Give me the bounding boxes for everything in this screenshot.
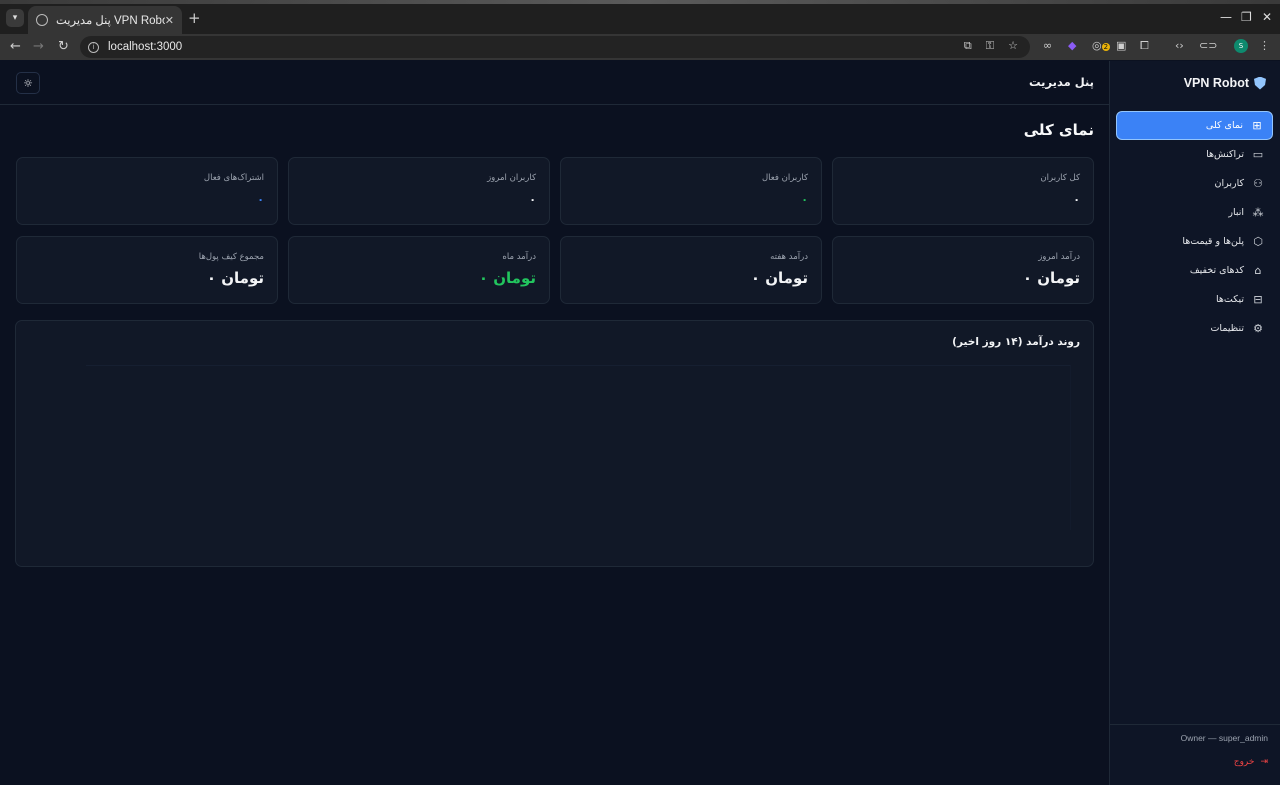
stat-value: ۰ xyxy=(1073,193,1080,206)
site-info-icon[interactable]: i xyxy=(88,41,99,53)
stat-value: ۰ xyxy=(257,193,264,206)
stat-label: کاربران فعال xyxy=(761,173,808,183)
sidebar-item-label: تیکت‌ها xyxy=(1216,294,1244,305)
page-title: نمای کلی xyxy=(1023,121,1094,139)
sidebar-item-label: تراکنش‌ها xyxy=(1206,149,1244,160)
stat-card-total-users: کل کاربران ۰ xyxy=(832,157,1094,225)
menu-dots-icon[interactable]: ⋮ xyxy=(1259,39,1270,52)
stat-label: درآمد ماه xyxy=(502,252,536,262)
stat-value: ۰ xyxy=(801,193,808,206)
extensions-puzzle-icon[interactable]: ⧠ xyxy=(1140,39,1149,53)
ticket-icon: ⊟ xyxy=(1253,293,1263,306)
window-close-button[interactable]: ✕ xyxy=(1262,10,1272,24)
package-icon: ⬡ xyxy=(1253,235,1263,248)
stat-card-active-subscriptions: اشتراک‌های فعال ۰ xyxy=(16,157,278,225)
browser-tab[interactable]: پنل مدیریت VPN Robot ✕ xyxy=(28,6,182,34)
stat-label: درآمد هفته xyxy=(770,252,808,262)
extension-glasses-icon[interactable]: ∞ xyxy=(1043,39,1052,52)
stat-value: ۰ تومان xyxy=(1022,269,1080,287)
sidebar-item-label: کاربران xyxy=(1214,178,1244,189)
sun-icon: ☼ xyxy=(23,76,33,90)
logout-button[interactable]: خروج ⇥ xyxy=(1234,757,1268,767)
sidebar-footer: Owner — super_admin خروج ⇥ xyxy=(1110,724,1280,785)
stat-card-today-revenue: درآمد امروز ۰ تومان xyxy=(832,236,1094,304)
app-root: ☼ پنل مدیریت نمای کلی کل کاربران ۰ کاربر… xyxy=(0,61,1280,785)
sidebar-item-label: نمای کلی xyxy=(1205,120,1243,131)
stat-value: ۰ xyxy=(529,193,536,206)
sidebar-item-label: انبار xyxy=(1228,207,1244,218)
forward-icon[interactable]: → xyxy=(33,39,44,54)
extension-purple-icon[interactable]: ◆ xyxy=(1068,39,1076,52)
logout-label: خروج xyxy=(1233,757,1255,767)
boxes-icon: ⁂ xyxy=(1252,206,1264,219)
stat-label: اشتراک‌های فعال xyxy=(203,173,264,183)
tag-icon: ⌂ xyxy=(1254,264,1262,277)
password-key-icon[interactable]: ⚿ xyxy=(986,39,994,53)
restore-button[interactable]: ❐ xyxy=(1241,10,1252,24)
shield-icon xyxy=(1254,76,1266,90)
stat-value: ۰ تومان xyxy=(206,269,264,287)
grid-icon: ⊞ xyxy=(1252,119,1262,132)
sidebar-item-discounts[interactable]: کدهای تخفیف ⌂ xyxy=(1116,256,1273,285)
sidebar-item-plans[interactable]: پلن‌ها و قیمت‌ها ⬡ xyxy=(1116,227,1273,256)
gear-icon: ⚙ xyxy=(1253,322,1263,335)
bookmark-star-icon[interactable]: ☆ xyxy=(1008,39,1018,53)
extension-badge-count: 2 xyxy=(1101,43,1111,51)
link-icon[interactable]: ⊂⊃ xyxy=(1199,39,1217,52)
globe-icon xyxy=(36,14,48,26)
top-header: ☼ پنل مدیریت xyxy=(0,61,1109,105)
stat-card-month-revenue: درآمد ماه ۰ تومان xyxy=(288,236,550,304)
sidebar-item-tickets[interactable]: تیکت‌ها ⊟ xyxy=(1116,285,1273,314)
back-icon[interactable]: ← xyxy=(10,39,21,54)
stat-value: ۰ تومان xyxy=(478,269,536,287)
stat-label: مجموع کیف پول‌ها xyxy=(198,252,264,262)
address-bar[interactable]: i localhost:3000 ⧉ ⚿ ☆ xyxy=(80,36,1030,58)
reload-icon[interactable]: ↻ xyxy=(58,39,69,54)
users-icon: ⚇ xyxy=(1253,177,1263,190)
browser-toolbar: ← → ↻ i localhost:3000 ⧉ ⚿ ☆ ∞ ◆ ◎ 2 ▣ ⧠ … xyxy=(0,34,1280,60)
theme-toggle-button[interactable]: ☼ xyxy=(16,72,40,94)
devtools-code-icon[interactable]: ‹› xyxy=(1175,39,1184,52)
brand: VPN Robot xyxy=(1184,76,1266,90)
sidebar-item-label: کدهای تخفیف xyxy=(1189,265,1244,276)
main-content: ☼ پنل مدیریت نمای کلی کل کاربران ۰ کاربر… xyxy=(0,61,1109,785)
stat-value: ۰ تومان xyxy=(750,269,808,287)
sidebar: VPN Robot نمای کلی ⊞ تراکنش‌ها ▭ کاربران… xyxy=(1109,61,1280,785)
sidebar-item-label: پلن‌ها و قیمت‌ها xyxy=(1182,236,1244,247)
logout-icon: ⇥ xyxy=(1260,757,1268,767)
tab-title: پنل مدیریت VPN Robot xyxy=(56,15,165,27)
stat-card-week-revenue: درآمد هفته ۰ تومان xyxy=(560,236,822,304)
url-text: localhost:3000 xyxy=(108,41,183,53)
stat-card-today-users: کاربران امروز ۰ xyxy=(288,157,550,225)
stat-card-wallet-total: مجموع کیف پول‌ها ۰ تومان xyxy=(16,236,278,304)
stat-label: کل کاربران xyxy=(1040,173,1080,183)
owner-role: Owner — super_admin xyxy=(1180,733,1268,743)
profile-avatar[interactable]: S xyxy=(1234,39,1248,53)
stat-card-active-users: کاربران فعال ۰ xyxy=(560,157,822,225)
translate-icon[interactable]: ⧉ xyxy=(964,39,972,53)
sidebar-item-inventory[interactable]: انبار ⁂ xyxy=(1116,198,1273,227)
sidebar-nav: نمای کلی ⊞ تراکنش‌ها ▭ کاربران ⚇ انبار ⁂… xyxy=(1116,111,1273,343)
stat-label: درآمد امروز xyxy=(1038,252,1080,262)
extension-badge-icon[interactable]: ◎ 2 xyxy=(1092,39,1111,52)
header-title: پنل مدیریت xyxy=(1028,75,1094,89)
sidebar-item-transactions[interactable]: تراکنش‌ها ▭ xyxy=(1116,140,1273,169)
brand-name: VPN Robot xyxy=(1183,76,1249,90)
extension-window-icon[interactable]: ▣ xyxy=(1116,39,1126,52)
chart-title: روند درآمد (۱۴ روز اخیر) xyxy=(952,336,1080,348)
tab-search-button[interactable]: ▾ xyxy=(6,9,24,27)
minimize-button[interactable]: — xyxy=(1220,10,1232,24)
new-tab-button[interactable]: + xyxy=(188,9,201,27)
revenue-trend-card: روند درآمد (۱۴ روز اخیر) xyxy=(15,320,1094,567)
browser-tab-bar: ▾ پنل مدیریت VPN Robot ✕ + — ❐ ✕ xyxy=(0,0,1280,34)
sidebar-item-users[interactable]: کاربران ⚇ xyxy=(1116,169,1273,198)
sidebar-item-settings[interactable]: تنظیمات ⚙ xyxy=(1116,314,1273,343)
window-top-border xyxy=(0,0,1280,4)
tab-close-icon[interactable]: ✕ xyxy=(165,14,174,27)
card-icon: ▭ xyxy=(1252,148,1264,161)
sidebar-item-label: تنظیمات xyxy=(1210,323,1244,334)
revenue-chart-area xyxy=(86,365,1071,530)
sidebar-item-overview[interactable]: نمای کلی ⊞ xyxy=(1116,111,1273,140)
stat-label: کاربران امروز xyxy=(487,173,536,183)
